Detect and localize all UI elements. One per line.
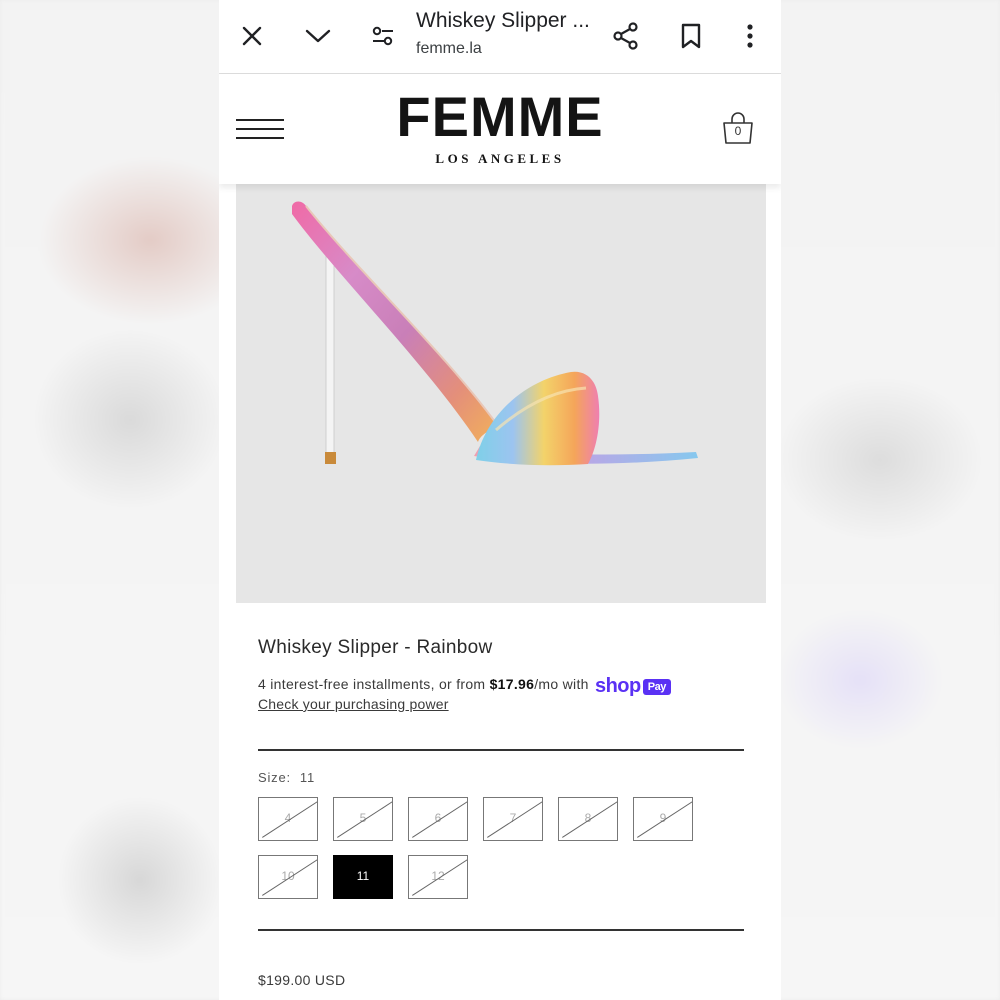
size-option-6[interactable]: 6 [408, 797, 468, 841]
product-image[interactable] [236, 184, 766, 603]
more-vert-icon[interactable] [732, 18, 768, 54]
cart-count: 0 [734, 124, 742, 138]
bookmark-icon[interactable] [673, 18, 709, 54]
divider-top [258, 749, 744, 751]
product-price: $199.00 USD [258, 972, 346, 988]
browser-toolbar: Whiskey Slipper ... femme.la [219, 0, 781, 74]
brand-logo[interactable]: FEMME [219, 86, 781, 148]
tune-icon[interactable] [365, 18, 401, 54]
tab-title[interactable]: Whiskey Slipper ... [416, 9, 606, 33]
share-icon[interactable] [608, 18, 644, 54]
size-option-label: 12 [431, 869, 445, 883]
size-option-label: 7 [509, 811, 517, 825]
size-option-label: 5 [359, 811, 367, 825]
size-option-12[interactable]: 12 [408, 855, 468, 899]
pay-pill: Pay [642, 679, 671, 695]
brand-tagline: LOS ANGELES [435, 151, 565, 166]
size-option-5[interactable]: 5 [333, 797, 393, 841]
size-option-label: 4 [284, 811, 292, 825]
selected-size-value: 11 [299, 770, 316, 785]
size-option-label: 6 [434, 811, 442, 825]
size-option-7[interactable]: 7 [483, 797, 543, 841]
shop-logo-text: shop [594, 675, 641, 697]
size-label-text: Size: [258, 770, 291, 785]
size-option-label: 10 [281, 869, 295, 883]
installment-amount: $17.96 [489, 676, 535, 692]
close-icon[interactable] [234, 18, 270, 54]
installments-text: 4 interest-free installments, or from $1… [258, 675, 671, 698]
installments-prefix: 4 interest-free installments, or from [258, 676, 490, 692]
size-option-label: 8 [584, 811, 592, 825]
page-url[interactable]: femme.la [416, 40, 482, 58]
shop-pay-logo[interactable]: shop Pay [595, 675, 671, 698]
size-option-label: 9 [659, 811, 667, 825]
product-title: Whiskey Slipper - Rainbow [258, 637, 493, 658]
size-option-label: 11 [356, 869, 370, 883]
size-option-8[interactable]: 8 [558, 797, 618, 841]
check-purchasing-power-link[interactable]: Check your purchasing power [258, 696, 449, 712]
size-option-10[interactable]: 10 [258, 855, 318, 899]
size-option-9[interactable]: 9 [633, 797, 693, 841]
site-header: FEMME LOS ANGELES 0 [219, 74, 781, 184]
size-option-4[interactable]: 4 [258, 797, 318, 841]
size-label: Size: 11 [258, 770, 315, 785]
shopping-bag-icon[interactable]: 0 [721, 112, 755, 146]
installments-suffix: /mo with [534, 676, 589, 692]
phone-screen: Whiskey Slipper ... femme.la FEMME LOS A… [219, 0, 781, 1000]
divider-bottom [258, 929, 744, 931]
chevron-down-icon[interactable] [300, 18, 336, 54]
size-option-11[interactable]: 11 [333, 855, 393, 899]
